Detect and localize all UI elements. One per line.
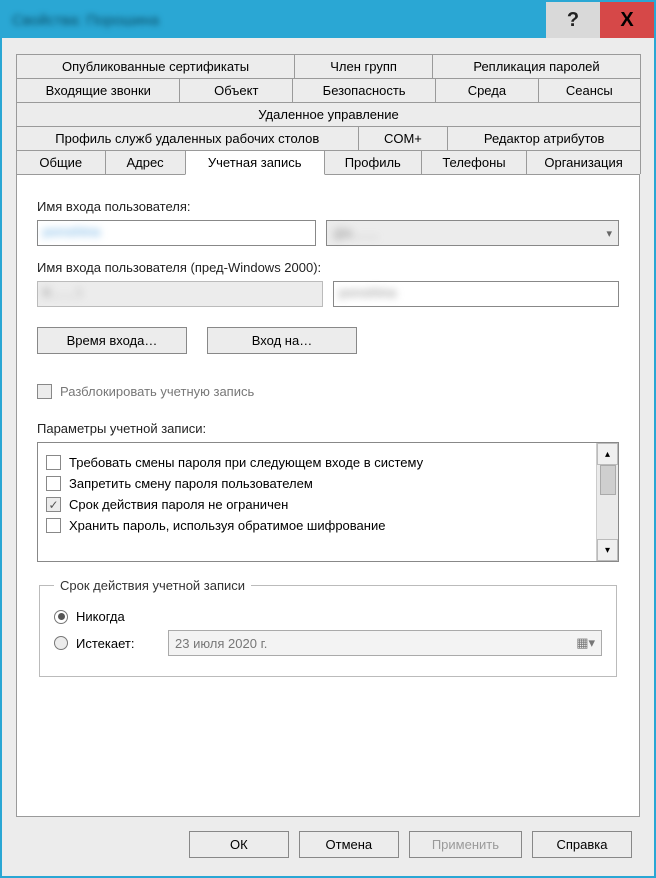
tab-environment[interactable]: Среда (435, 78, 538, 102)
opt-require-password-change[interactable]: Требовать смены пароля при следующем вхо… (46, 455, 588, 470)
tab-organization[interactable]: Организация (526, 150, 641, 174)
account-options-listbox: Требовать смены пароля при следующем вхо… (37, 442, 619, 562)
unlock-account-label: Разблокировать учетную запись (60, 384, 254, 399)
logon-hours-button[interactable]: Время входа… (37, 327, 187, 354)
prewin-label: Имя входа пользователя (пред-Windows 200… (37, 260, 619, 275)
tab-telephones[interactable]: Телефоны (421, 150, 527, 174)
expiry-date-picker[interactable]: 23 июля 2020 г. ▦▾ (168, 630, 602, 656)
tab-attribute-editor[interactable]: Редактор атрибутов (447, 126, 641, 150)
tab-password-replication[interactable]: Репликация паролей (432, 54, 641, 78)
tab-profile[interactable]: Профиль (324, 150, 422, 174)
expiry-never-radio[interactable]: Никогда (54, 609, 602, 624)
tab-general[interactable]: Общие (16, 150, 106, 174)
cancel-button[interactable]: Отмена (299, 831, 399, 858)
checkbox-icon (46, 455, 61, 470)
titlebar[interactable]: Свойства: Порошина ? X (2, 2, 654, 38)
chevron-down-icon: ▾ (606, 227, 612, 240)
help-button[interactable]: Справка (532, 831, 632, 858)
tab-dial-in[interactable]: Входящие звонки (16, 78, 180, 102)
opt-cannot-change-password[interactable]: Запретить смену пароля пользователем (46, 476, 588, 491)
scroll-up-icon[interactable]: ▴ (597, 443, 618, 465)
scroll-down-icon[interactable]: ▾ (597, 539, 618, 561)
expiry-end-of-radio[interactable]: Истекает: 23 июля 2020 г. ▦▾ (54, 630, 602, 656)
account-tab-page: Имя входа пользователя: poroshina @k…… ▾… (16, 174, 640, 817)
upn-suffix-combo[interactable]: @k…… ▾ (326, 220, 619, 246)
opt-password-never-expires[interactable]: Срок действия пароля не ограничен (46, 497, 588, 512)
ok-button[interactable]: ОК (189, 831, 289, 858)
tab-rds-profile[interactable]: Профиль служб удаленных рабочих столов (16, 126, 359, 150)
prewin-domain-value: K……\ (43, 285, 81, 300)
tab-com-plus[interactable]: COM+ (358, 126, 449, 150)
unlock-account-checkbox[interactable]: Разблокировать учетную запись (37, 384, 619, 399)
scroll-thumb[interactable] (600, 465, 616, 495)
checkbox-icon (46, 497, 61, 512)
upn-suffix-value: @k…… (333, 226, 379, 241)
checkbox-icon (37, 384, 52, 399)
tab-sessions[interactable]: Сеансы (538, 78, 641, 102)
account-expiry-legend: Срок действия учетной записи (54, 578, 251, 593)
account-expiry-group: Срок действия учетной записи Никогда Ист… (39, 578, 617, 677)
logon-name-value: poroshina (43, 224, 100, 239)
titlebar-controls: ? X (546, 2, 654, 38)
radio-icon (54, 636, 68, 650)
logon-to-button[interactable]: Вход на… (207, 327, 357, 354)
close-button[interactable]: X (600, 2, 654, 38)
tab-remote-control[interactable]: Удаленное управление (16, 102, 641, 126)
tab-object[interactable]: Объект (179, 78, 293, 102)
radio-icon (54, 610, 68, 624)
tab-address[interactable]: Адрес (105, 150, 186, 174)
tabstrip: Опубликованные сертификаты Член групп Ре… (16, 54, 640, 174)
tab-security[interactable]: Безопасность (292, 78, 436, 102)
expiry-date-value: 23 июля 2020 г. (175, 636, 267, 651)
checkbox-icon (46, 476, 61, 491)
properties-window: Свойства: Порошина ? X Опубликованные се… (0, 0, 656, 878)
dialog-button-row: ОК Отмена Применить Справка (16, 817, 640, 862)
opt-reversible-encryption[interactable]: Хранить пароль, используя обратимое шифр… (46, 518, 588, 533)
checkbox-icon (46, 518, 61, 533)
options-scrollbar[interactable]: ▴ ▾ (596, 443, 618, 561)
calendar-icon: ▦▾ (576, 635, 595, 651)
logon-name-label: Имя входа пользователя: (37, 199, 619, 214)
help-button[interactable]: ? (546, 2, 600, 38)
window-title: Свойства: Порошина (12, 12, 159, 29)
prewin-name-value: poroshina (339, 285, 396, 300)
apply-button[interactable]: Применить (409, 831, 522, 858)
tab-member-of[interactable]: Член групп (294, 54, 433, 78)
tab-published-certs[interactable]: Опубликованные сертификаты (16, 54, 295, 78)
account-options-label: Параметры учетной записи: (37, 421, 619, 436)
tab-account[interactable]: Учетная запись (185, 150, 325, 175)
client-area: Опубликованные сертификаты Член групп Ре… (2, 38, 654, 876)
